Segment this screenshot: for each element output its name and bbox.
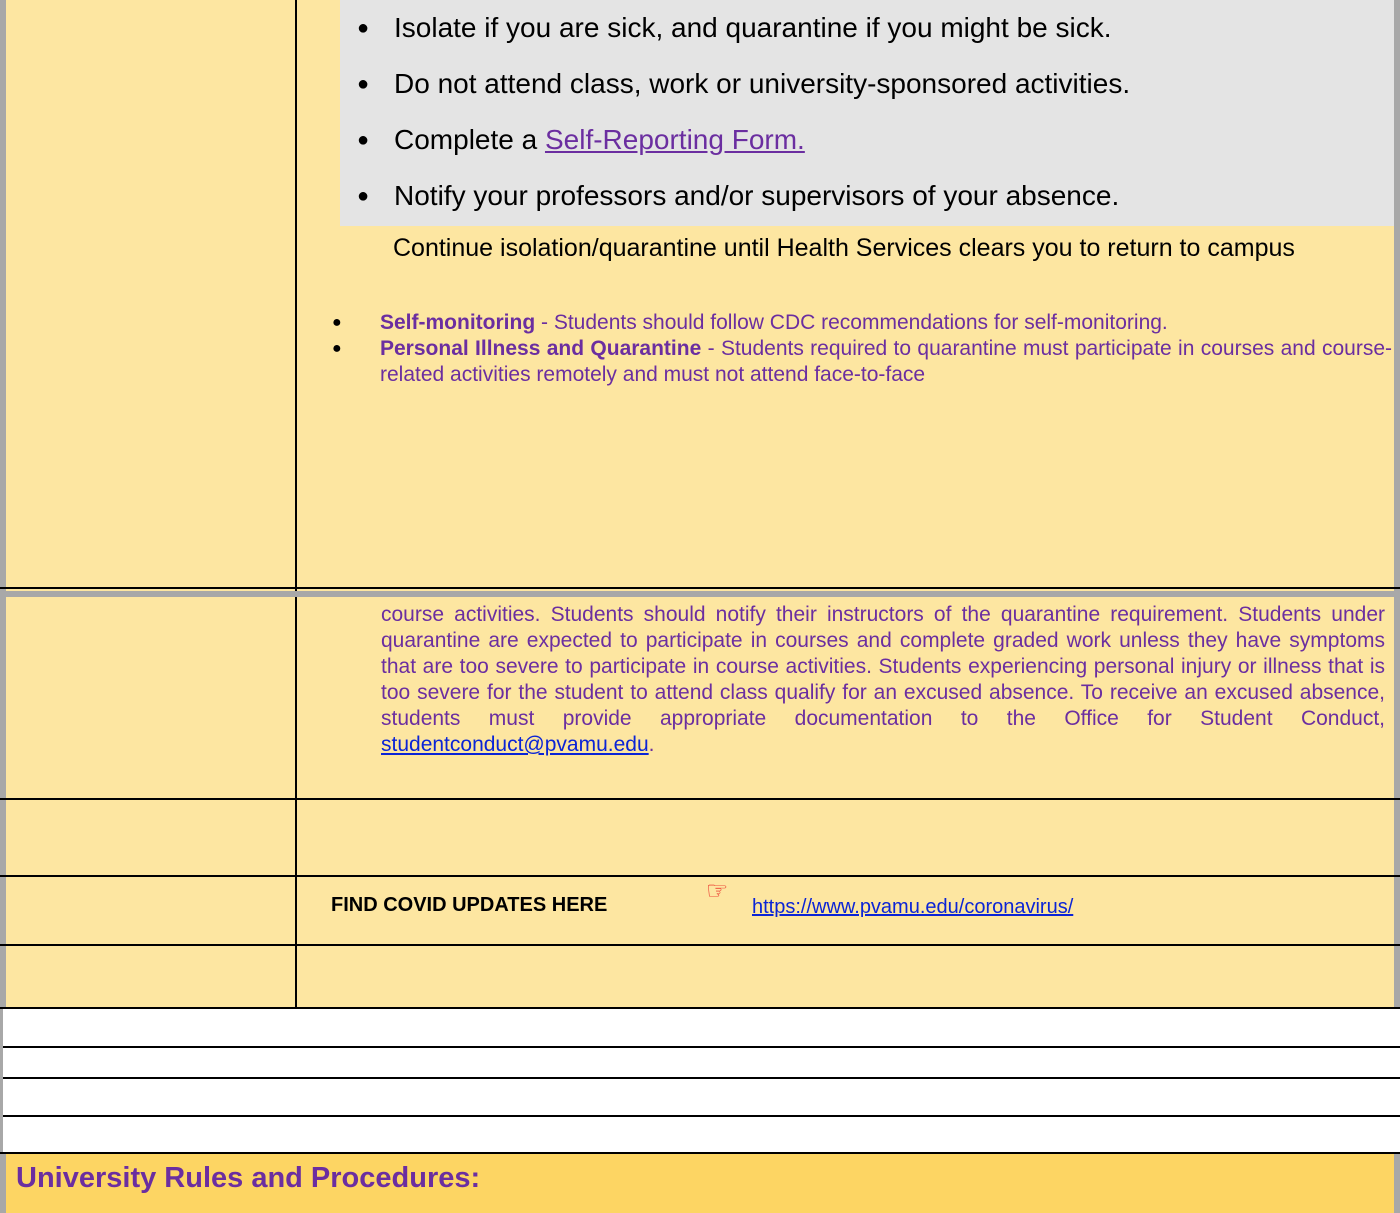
empty-rows-left-edge — [0, 1009, 3, 1152]
covid-updates-label: FIND COVID UPDATES HERE — [331, 894, 608, 916]
list-item: ● Complete a Self-Reporting Form. — [340, 112, 1394, 168]
bullet-icon: ● — [357, 17, 370, 39]
row-divider-4 — [0, 944, 1400, 946]
section-heading: University Rules and Procedures: — [16, 1162, 481, 1194]
bullet-icon: ● — [357, 185, 370, 207]
pointing-hand-icon: ☞ — [706, 877, 729, 905]
empty-row-line-3 — [0, 1115, 1400, 1117]
list-item: ● Personal Illness and Quarantine - Stud… — [332, 337, 1392, 386]
list-item: ● Isolate if you are sick, and quarantin… — [340, 0, 1394, 56]
isolation-instruction: Continue isolation/quarantine until Heal… — [393, 234, 1295, 262]
policy-bullet-list: ● Self-monitoring - Students should foll… — [330, 310, 1392, 388]
list-item: ● Notify your professors and/or supervis… — [340, 168, 1394, 224]
band-left-edge — [0, 1154, 6, 1213]
left-page-edge — [0, 0, 6, 1008]
band-right-edge — [1394, 1154, 1400, 1213]
row-divider-3 — [0, 875, 1400, 877]
table-bottom-border — [0, 1007, 1400, 1009]
bullet-icon: ● — [332, 314, 342, 331]
row-divider-1 — [0, 587, 1400, 589]
bullet-icon: ● — [332, 340, 342, 357]
bullet-icon: ● — [357, 73, 370, 95]
bullet-icon: ● — [357, 129, 370, 151]
covid-updates-link[interactable]: https://www.pvamu.edu/coronavirus/ — [752, 896, 1073, 919]
empty-row-line-1 — [0, 1046, 1400, 1048]
row-divider-1-shadow — [0, 591, 1400, 597]
row-divider-2 — [0, 798, 1400, 800]
list-item: ● Do not attend class, work or universit… — [340, 56, 1394, 112]
column-divider — [295, 0, 297, 1008]
list-item: ● Self-monitoring - Students should foll… — [332, 311, 1168, 334]
quarantine-paragraph-continued: course activities. Students should notif… — [381, 603, 1385, 756]
student-conduct-email-link[interactable]: studentconduct@pvamu.edu — [381, 733, 649, 756]
action-bullet-list: ● Isolate if you are sick, and quarantin… — [340, 0, 1394, 224]
self-reporting-form-link[interactable]: Self-Reporting Form. — [545, 124, 805, 155]
right-page-edge — [1394, 0, 1400, 1008]
empty-row-line-2 — [0, 1077, 1400, 1079]
